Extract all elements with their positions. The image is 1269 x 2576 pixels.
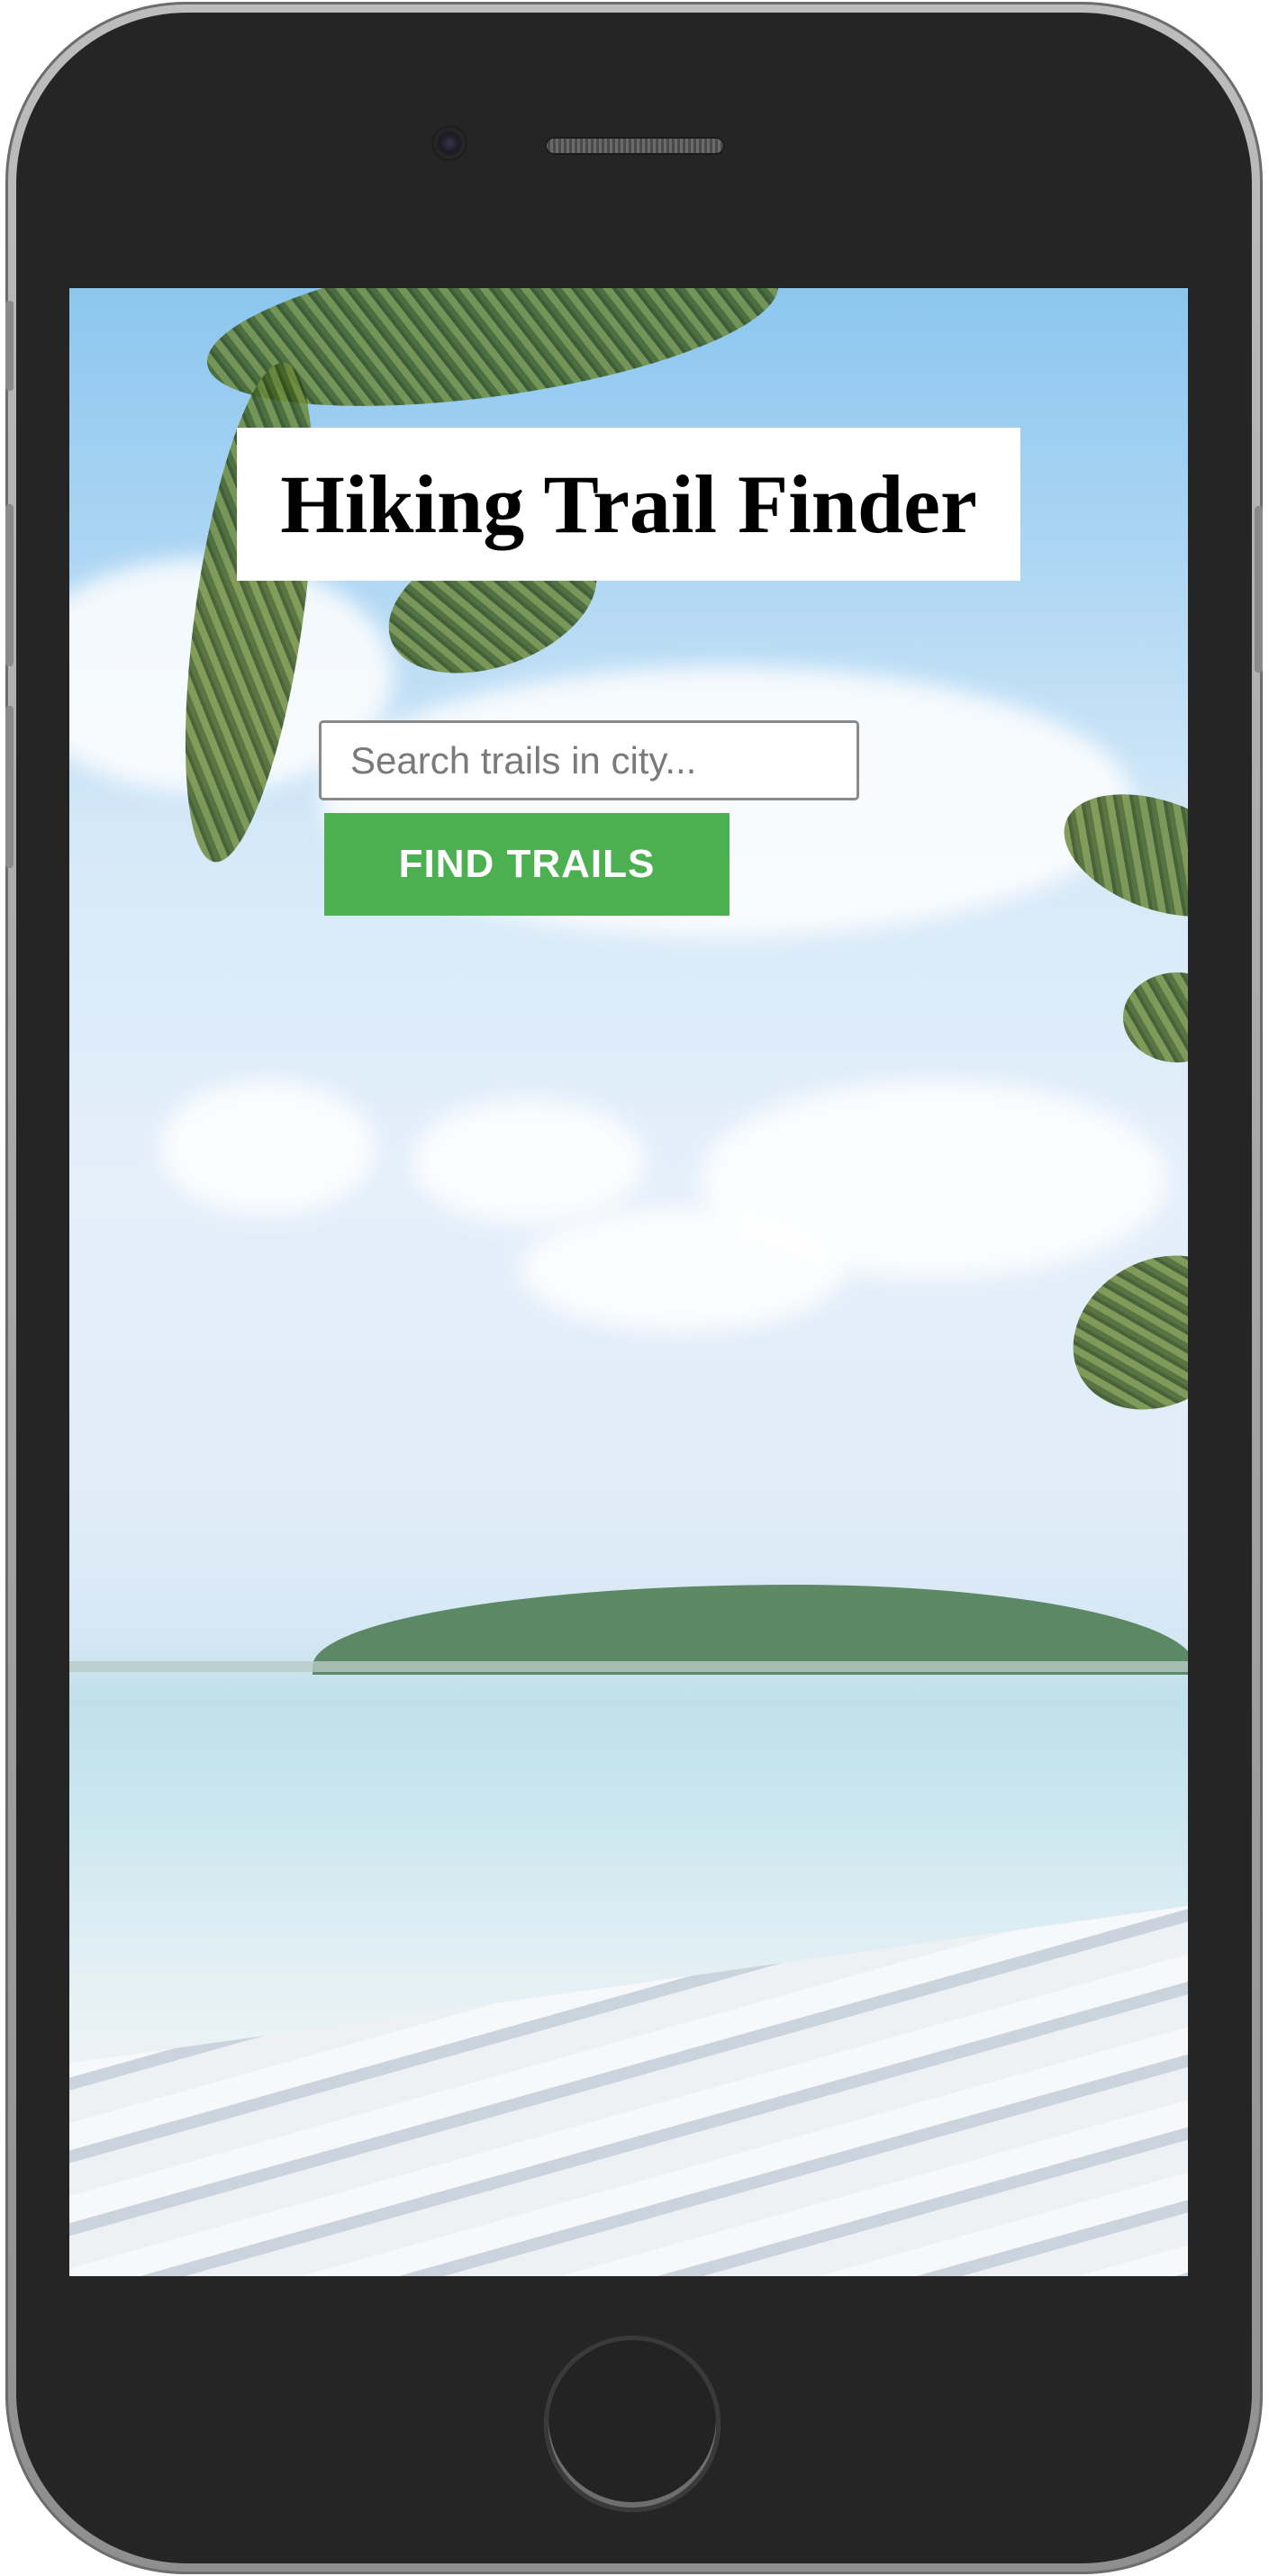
page-title: Hiking Trail Finder [280,458,977,550]
find-trails-button[interactable]: FIND TRAILS [324,813,730,916]
speaker-grille-icon [545,137,725,155]
cloud [520,1207,844,1333]
shoreline [69,1661,1188,1672]
power-button [1255,506,1263,673]
palm-frond [1123,972,1188,1062]
search-input[interactable] [319,720,859,800]
camera-icon [434,128,465,158]
beach-sand [69,1885,1188,2276]
mute-switch [5,301,14,391]
cloud [159,1080,376,1216]
volume-down-button [5,706,14,868]
home-button-icon[interactable] [544,2336,721,2512]
app-screen: Hiking Trail Finder FIND TRAILS [69,288,1188,2276]
page-title-box: Hiking Trail Finder [237,428,1020,581]
cloud [412,1098,646,1225]
volume-up-button [5,504,14,666]
